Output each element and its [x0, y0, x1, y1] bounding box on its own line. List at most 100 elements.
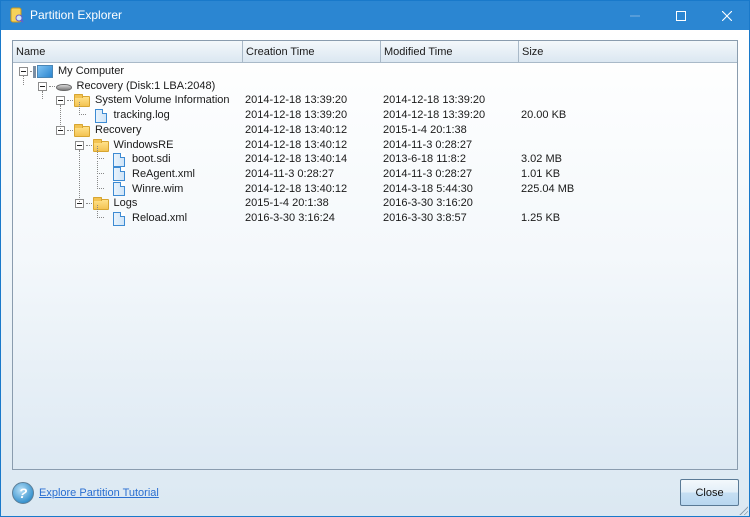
creation-time-cell: 2014-12-18 13:39:20: [245, 109, 348, 122]
tree-row[interactable]: Reload.xml 2016-3-30 3:16:24 2016-3-30 3:8…: [13, 205, 737, 226]
partition-tree-list[interactable]: Name Creation Time Modified Time Size My…: [12, 40, 738, 470]
modified-time-cell: 2014-11-3 0:28:27: [383, 167, 473, 180]
file-icon: [113, 182, 125, 197]
tree-connector: [67, 100, 73, 102]
tree-item-label[interactable]: My Computer: [58, 64, 124, 79]
tree-node: boot.sdi: [93, 146, 171, 167]
tree-row[interactable]: Winre.wim 2014-12-18 13:40:12 2014-3-18 5:…: [13, 175, 737, 197]
creation-time-cell: 2014-12-18 13:39:20: [245, 94, 348, 107]
disk-icon: [55, 83, 72, 91]
maximize-button[interactable]: [658, 1, 704, 30]
modified-time-cell: 2016-3-30 3:16:20: [383, 197, 473, 210]
tree-item-label[interactable]: Winre.wim: [132, 182, 183, 197]
tree-item-label[interactable]: WindowsRE: [114, 138, 174, 153]
collapse-toggle-icon[interactable]: [74, 140, 84, 150]
tree-connector: [67, 129, 73, 131]
minimize-button[interactable]: [612, 1, 658, 30]
tree-row[interactable]: System Volume Information 2014-12-18 13:3…: [13, 93, 737, 108]
computer-icon: [33, 65, 53, 78]
tree-node: Logs: [74, 196, 138, 211]
creation-time-cell: 2014-12-18 13:40:12: [245, 182, 348, 195]
close-button[interactable]: Close: [680, 479, 739, 506]
explore-partition-tutorial-link[interactable]: Explore Partition Tutorial: [39, 487, 159, 499]
tree-elbow: [97, 205, 104, 218]
minimize-icon: [630, 15, 640, 16]
tree-node: ReAgent.xml: [93, 160, 195, 182]
size-cell: 20.00 KB: [521, 109, 567, 122]
tree-row[interactable]: tracking.log 2014-12-18 13:39:20 2014-12-1…: [13, 102, 737, 123]
tree-item-label[interactable]: Recovery: [95, 123, 141, 138]
creation-time-cell: 2014-12-18 13:40:12: [245, 138, 348, 151]
creation-time-cell: 2014-12-18 13:40:14: [245, 153, 348, 166]
close-window-button[interactable]: [704, 1, 750, 30]
tree-elbow: [97, 146, 104, 160]
tree-node: tracking.log: [75, 102, 170, 123]
column-header-name[interactable]: Name: [13, 41, 243, 62]
tree-item-label[interactable]: System Volume Information: [95, 93, 230, 108]
tree-connector-line: [78, 149, 80, 203]
modified-time-cell: 2013-6-18 11:8:2: [383, 153, 466, 166]
size-cell: 1.01 KB: [521, 167, 561, 180]
size-cell: 1.25 KB: [521, 212, 561, 224]
modified-time-cell: 2014-12-18 13:39:20: [383, 94, 486, 107]
size-cell: 3.02 MB: [521, 153, 562, 166]
modified-time-cell: 2014-11-3 0:28:27: [383, 138, 473, 151]
tree-node: My Computer: [19, 64, 124, 79]
close-icon: [722, 10, 732, 21]
window-title: Partition Explorer: [30, 8, 123, 22]
title-bar[interactable]: Partition Explorer: [1, 1, 749, 30]
tree-item-label[interactable]: Logs: [114, 196, 138, 211]
creation-time-cell: 2014-12-18 13:40:12: [245, 123, 348, 136]
modified-time-cell: 2016-3-30 3:8:57: [383, 212, 467, 224]
creation-time-cell: 2015-1-4 20:1:38: [245, 197, 329, 210]
tree-elbow: [97, 175, 104, 189]
collapse-toggle-icon[interactable]: [37, 81, 47, 91]
dialog-body: Name Creation Time Modified Time Size My…: [1, 30, 749, 516]
tree-item-label[interactable]: boot.sdi: [132, 152, 171, 167]
resize-grip[interactable]: [738, 505, 748, 515]
column-header-size[interactable]: Size: [519, 41, 739, 62]
help-icon[interactable]: ?: [12, 482, 34, 504]
tree-row[interactable]: My Computer: [13, 64, 737, 79]
tree-item-label[interactable]: tracking.log: [114, 108, 170, 123]
tree-connector: [85, 203, 92, 205]
file-icon: [94, 108, 107, 123]
tree-item-label[interactable]: ReAgent.xml: [132, 167, 195, 182]
tree-item-label[interactable]: Reload.xml: [132, 211, 187, 226]
tree-elbow: [97, 160, 104, 174]
modified-time-cell: 2014-3-18 5:44:30: [383, 182, 473, 195]
file-icon: [113, 167, 125, 182]
tree-node: WindowsRE: [74, 138, 174, 153]
tree-item-label[interactable]: Recovery (Disk:1 LBA:2048): [77, 79, 216, 94]
modified-time-cell: 2015-1-4 20:1:38: [383, 123, 467, 136]
collapse-toggle-icon[interactable]: [56, 96, 65, 106]
tree-node: Winre.wim: [93, 175, 183, 197]
tree-row[interactable]: Logs 2015-1-4 20:1:38 2016-3-30 3:16:20: [13, 196, 737, 211]
tree-row[interactable]: WindowsRE 2014-12-18 13:40:12 2014-11-3 0:…: [13, 138, 737, 153]
maximize-icon: [676, 10, 686, 21]
tree-node: Reload.xml: [93, 205, 187, 226]
tree-row[interactable]: ReAgent.xml 2014-11-3 0:28:27 2014-11-3 0:…: [13, 160, 737, 182]
creation-time-cell: 2014-11-3 0:28:27: [245, 167, 335, 180]
tree-connector: [48, 85, 55, 87]
tree-node: Recovery (Disk:1 LBA:2048): [37, 79, 216, 94]
tree-row[interactable]: Recovery 2014-12-18 13:40:12 2015-1-4 20:1…: [13, 123, 737, 138]
file-icon: [113, 211, 125, 226]
tree-elbow: [78, 102, 86, 116]
partition-explorer-app-icon: [10, 7, 24, 23]
tree-row[interactable]: boot.sdi 2014-12-18 13:40:14 2013-6-18 11:…: [13, 146, 737, 167]
collapse-toggle-icon[interactable]: [19, 67, 28, 76]
folder-icon: [74, 123, 90, 137]
creation-time-cell: 2016-3-30 3:16:24: [245, 212, 335, 224]
tree-connector-line: [41, 90, 43, 100]
modified-time-cell: 2014-12-18 13:39:20: [383, 109, 486, 122]
column-header: Name Creation Time Modified Time Size: [13, 41, 737, 63]
tree-connector-line: [60, 105, 61, 129]
tree-connector: [85, 144, 92, 146]
column-header-modified-time[interactable]: Modified Time: [381, 41, 519, 62]
partition-explorer-window: Partition Explorer Name Creation Time Mo…: [0, 0, 750, 517]
size-cell: 225.04 MB: [521, 182, 575, 195]
column-header-creation-time[interactable]: Creation Time: [243, 41, 381, 62]
tree-row[interactable]: Recovery (Disk:1 LBA:2048): [13, 79, 737, 94]
tree-connector-line: [23, 76, 24, 85]
